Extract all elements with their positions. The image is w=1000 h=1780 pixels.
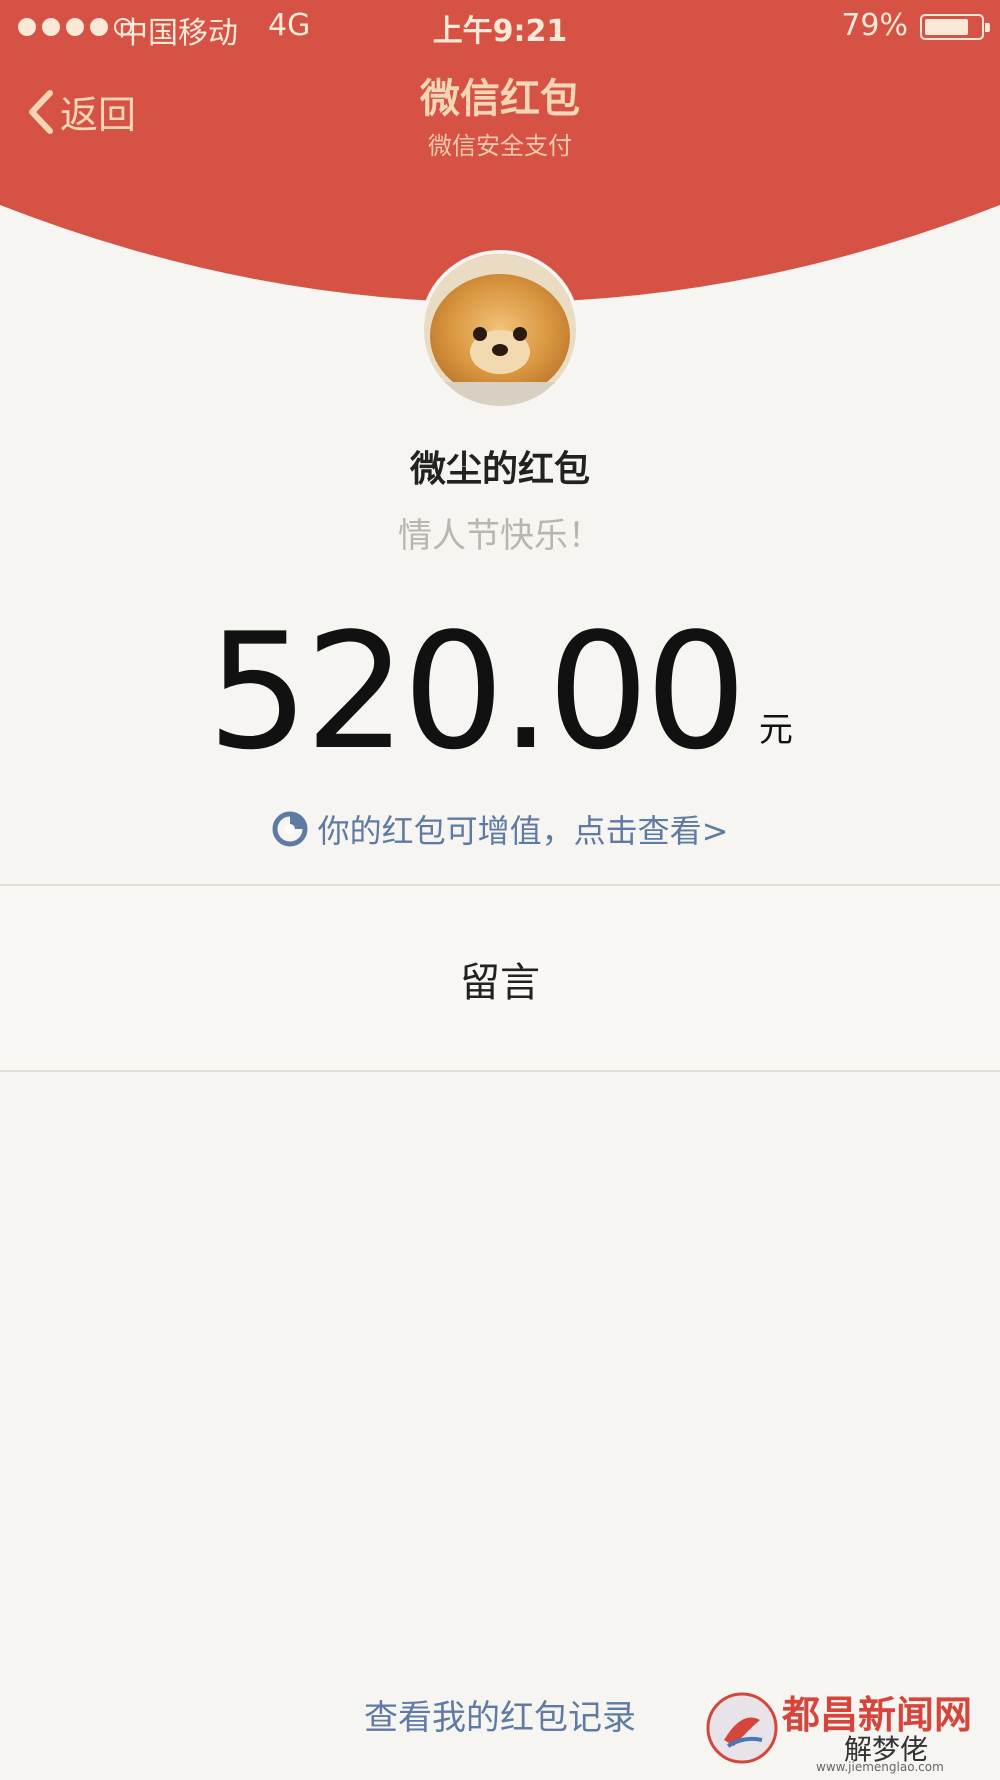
watermark-url: www.jiemenglao.com xyxy=(816,1760,944,1774)
page-subtitle: 微信安全支付 xyxy=(428,132,572,160)
status-bar: 中国移动 4G 上午9:21 79% xyxy=(0,0,1000,56)
battery-fill xyxy=(925,19,968,35)
leave-message-button[interactable]: 留言 xyxy=(0,950,1000,1008)
battery-icon xyxy=(920,14,990,40)
wealth-growth-icon xyxy=(272,811,308,847)
amount-unit: 元 xyxy=(758,710,793,750)
promo-link[interactable]: 你的红包可增值，点击查看> xyxy=(0,806,1000,852)
divider-bottom xyxy=(0,1070,1000,1072)
watermark: 都昌新闻网 解梦佬 www.jiemenglao.com xyxy=(704,1680,986,1776)
dog-avatar xyxy=(424,254,576,406)
amount-block: 520.00 元 xyxy=(0,598,1000,785)
watermark-logo-icon xyxy=(706,1692,778,1764)
promo-text: 你的红包可增值，点击查看> xyxy=(317,812,729,850)
amount-value: 520.00 xyxy=(207,598,747,785)
greeting-message: 情人节快乐！ xyxy=(398,516,602,556)
page-title: 微信红包 xyxy=(420,76,580,122)
sender-name: 微尘的红包 xyxy=(409,449,590,490)
battery-percent: 79% xyxy=(841,8,908,43)
avatar[interactable] xyxy=(420,250,580,410)
